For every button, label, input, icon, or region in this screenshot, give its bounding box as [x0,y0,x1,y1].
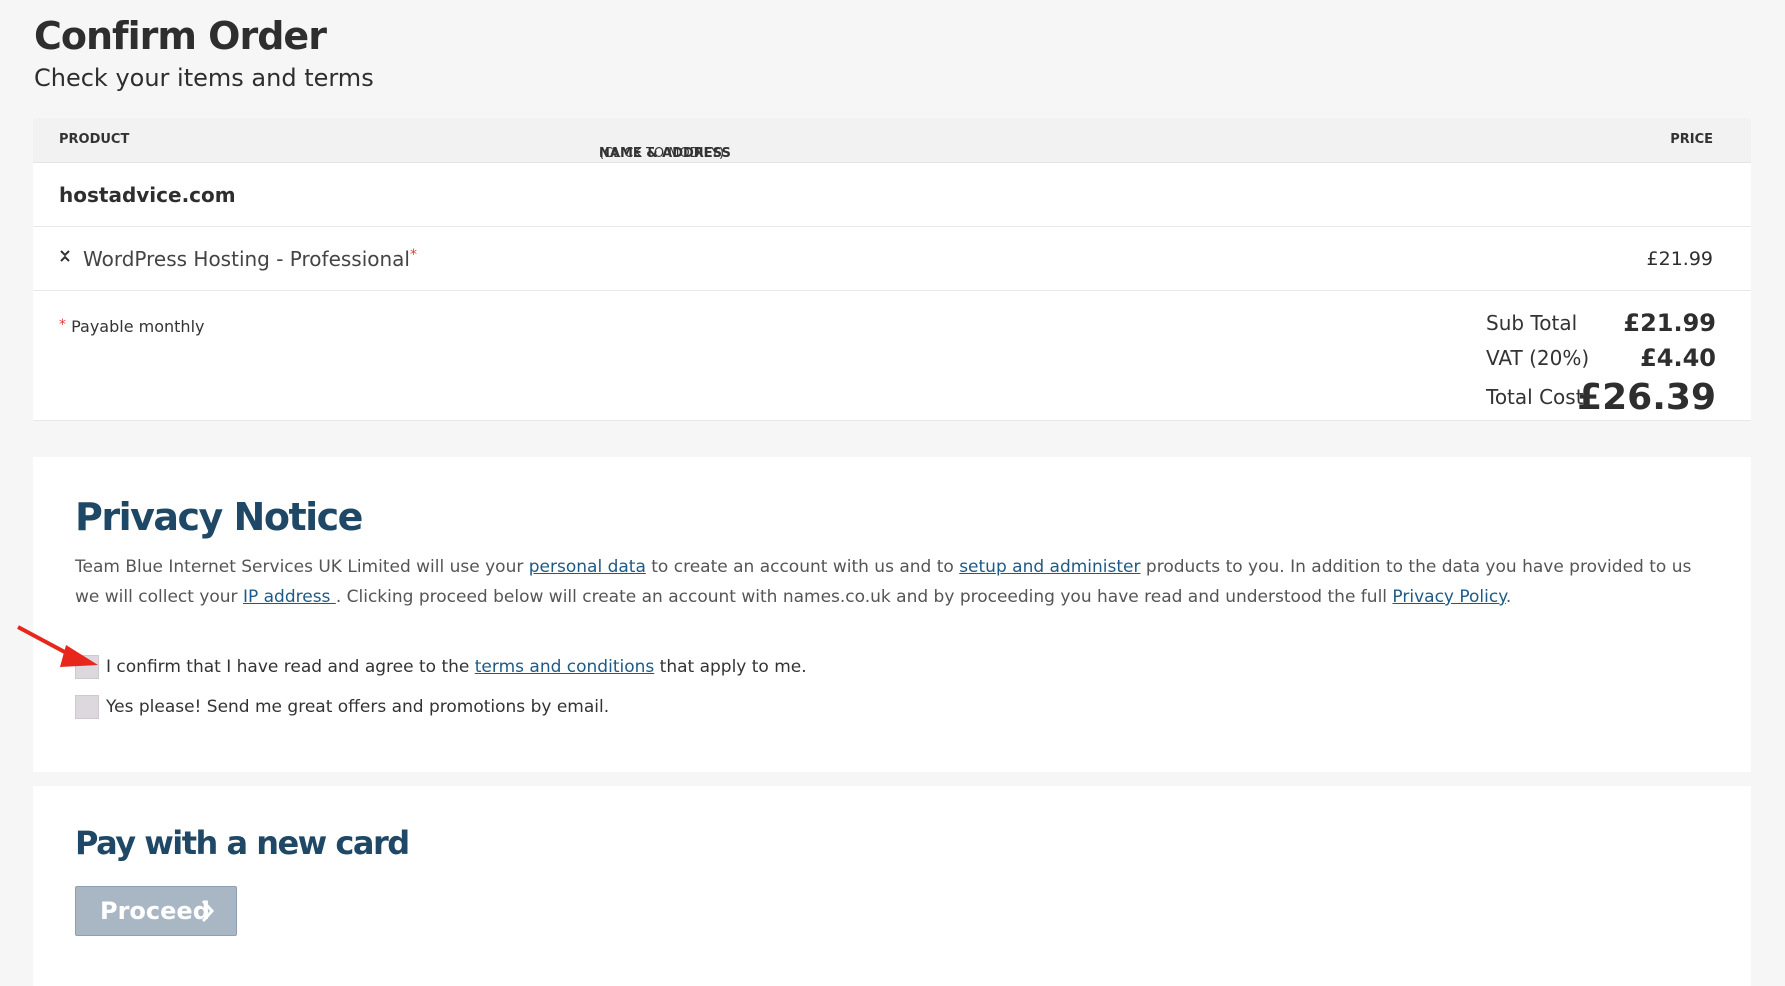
footnote-asterisk: * [59,317,66,333]
total-line: Total Cost £26.39 [1486,377,1716,418]
domain-name: hostadvice.com [59,183,236,207]
payment-card: Pay with a new card Proceed [33,786,1751,986]
privacy-notice-text: Team Blue Internet Services UK Limited w… [75,552,1715,612]
product-asterisk: * [410,247,417,263]
terms-and-conditions-link[interactable]: terms and conditions [475,657,654,677]
chevron-right-icon [198,898,218,924]
total-label: Total Cost [1486,385,1584,409]
table-header: PRODUCT NAME & ADDRESS (CLICK TO MODIFY)… [33,118,1751,163]
proceed-button[interactable]: Proceed [75,886,237,936]
table-row: WordPress Hosting - Professional* £21.99 [33,227,1751,291]
page-subtitle: Check your items and terms [34,64,374,92]
privacy-notice-card: Privacy Notice Team Blue Internet Servic… [33,457,1751,772]
vat-line: VAT (20%) £4.40 [1486,342,1716,377]
footnote-text: Payable monthly [71,317,205,336]
offers-checkbox-label[interactable]: Yes please! Send me great offers and pro… [106,697,609,717]
privacy-text-part: . Clicking proceed below will create an … [335,587,1393,607]
vat-label: VAT (20%) [1486,346,1590,370]
totals-block: Sub Total £21.99 VAT (20%) £4.40 Total C… [1486,307,1716,418]
product-name: WordPress Hosting - Professional [83,247,410,271]
vat-value: £4.40 [1640,344,1716,372]
page-title: Confirm Order [34,14,327,58]
proceed-button-label: Proceed [100,897,210,925]
collapse-icon[interactable] [59,250,71,262]
red-arrow-icon [17,625,98,667]
subtotal-line: Sub Total £21.99 [1486,307,1716,342]
privacy-text-part: . [1505,587,1512,607]
subtotal-label: Sub Total [1486,311,1578,335]
column-header-product: PRODUCT [59,132,130,147]
column-header-price: PRICE [1670,132,1713,147]
order-table: PRODUCT NAME & ADDRESS (CLICK TO MODIFY)… [33,118,1751,421]
payment-title: Pay with a new card [75,824,410,862]
setup-administer-link[interactable]: setup and administer [959,557,1140,577]
totals-row: * Payable monthly Sub Total £21.99 VAT (… [33,291,1751,421]
personal-data-link[interactable]: personal data [529,557,646,577]
privacy-text-part: to create an account with us and to [645,557,960,577]
subtotal-value: £21.99 [1623,309,1716,337]
total-value: £26.39 [1577,377,1716,418]
terms-label-after: that apply to me. [654,657,807,677]
terms-label-before: I confirm that I have read and agree to … [106,657,475,677]
product-price: £21.99 [1646,248,1713,270]
domain-row: hostadvice.com [33,163,1751,227]
offers-checkbox[interactable] [75,695,99,719]
terms-checkbox-label[interactable]: I confirm that I have read and agree to … [106,657,807,677]
column-header-name-address-note: (CLICK TO MODIFY) [599,146,725,161]
privacy-text-part: Team Blue Internet Services UK Limited w… [75,557,529,577]
privacy-policy-link[interactable]: Privacy Policy [1392,587,1505,607]
product-item: WordPress Hosting - Professional* [83,247,417,271]
privacy-notice-title: Privacy Notice [75,495,363,539]
payment-footnote: * Payable monthly [59,317,204,336]
ip-address-link[interactable]: IP address [243,587,336,607]
